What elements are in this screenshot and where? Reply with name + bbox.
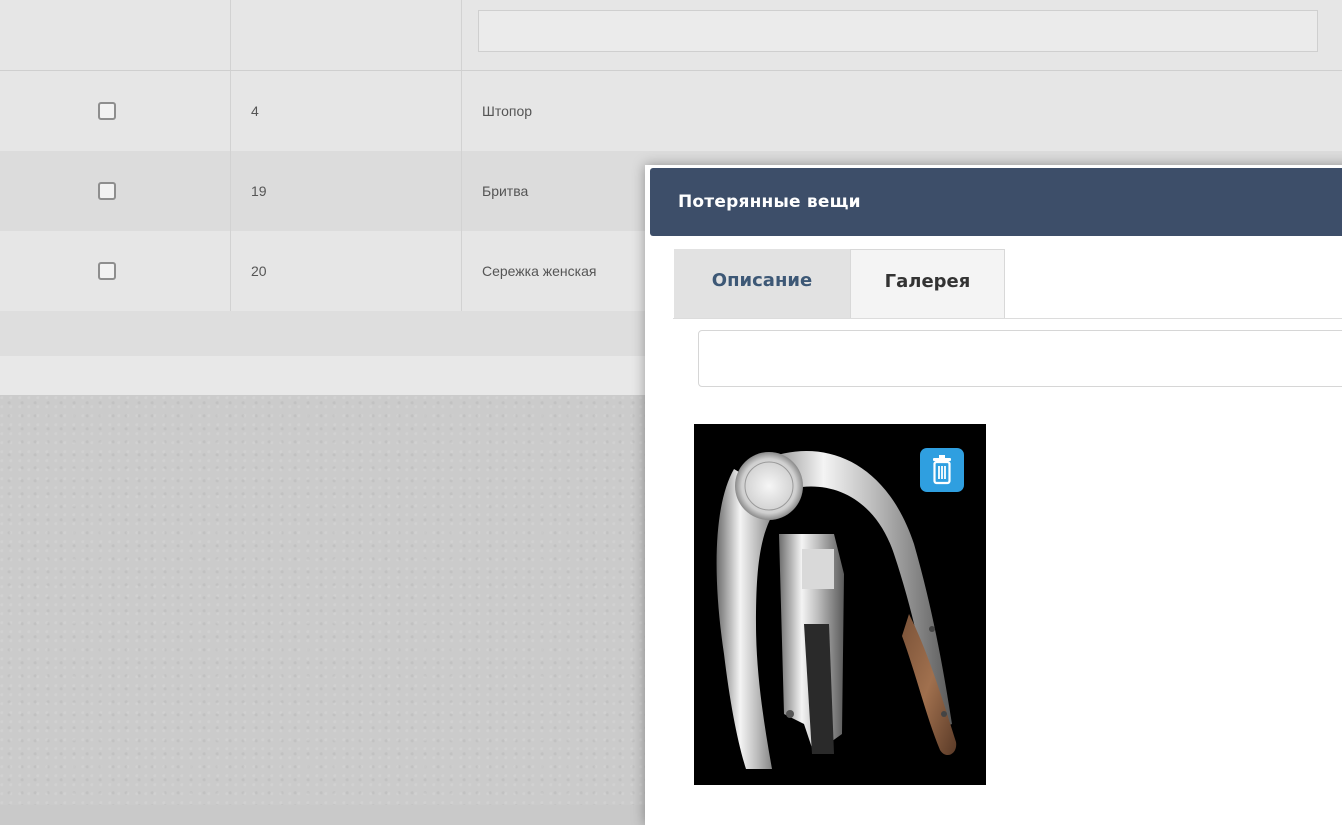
dialog-title: Потерянные вещи [678, 192, 861, 212]
row-id: 19 [251, 183, 267, 199]
row-name: Бритва [482, 183, 529, 199]
delete-image-button[interactable] [920, 448, 964, 492]
gallery-upload-field[interactable] [698, 330, 1342, 387]
row-name: Сережка женская [482, 263, 597, 279]
row-id: 20 [251, 263, 267, 279]
row-name: Штопор [482, 103, 533, 119]
tabs-divider [673, 318, 1342, 319]
lost-items-dialog: Потерянные вещи Описание Галерея [645, 165, 1342, 825]
filter-cell-id [231, 0, 462, 70]
tab-description[interactable]: Описание [674, 249, 850, 319]
tab-gallery[interactable]: Галерея [850, 249, 1005, 319]
trash-icon [933, 455, 951, 485]
gallery-thumbnail[interactable] [694, 424, 986, 785]
row-checkbox[interactable] [98, 182, 116, 200]
row-checkbox[interactable] [98, 102, 116, 120]
table-row[interactable]: 4 Штопор [0, 71, 1342, 152]
name-filter-input[interactable] [478, 10, 1318, 52]
dialog-header[interactable]: Потерянные вещи [650, 168, 1342, 236]
row-checkbox[interactable] [98, 262, 116, 280]
filter-cell-select [0, 0, 231, 70]
row-id: 4 [251, 103, 259, 119]
